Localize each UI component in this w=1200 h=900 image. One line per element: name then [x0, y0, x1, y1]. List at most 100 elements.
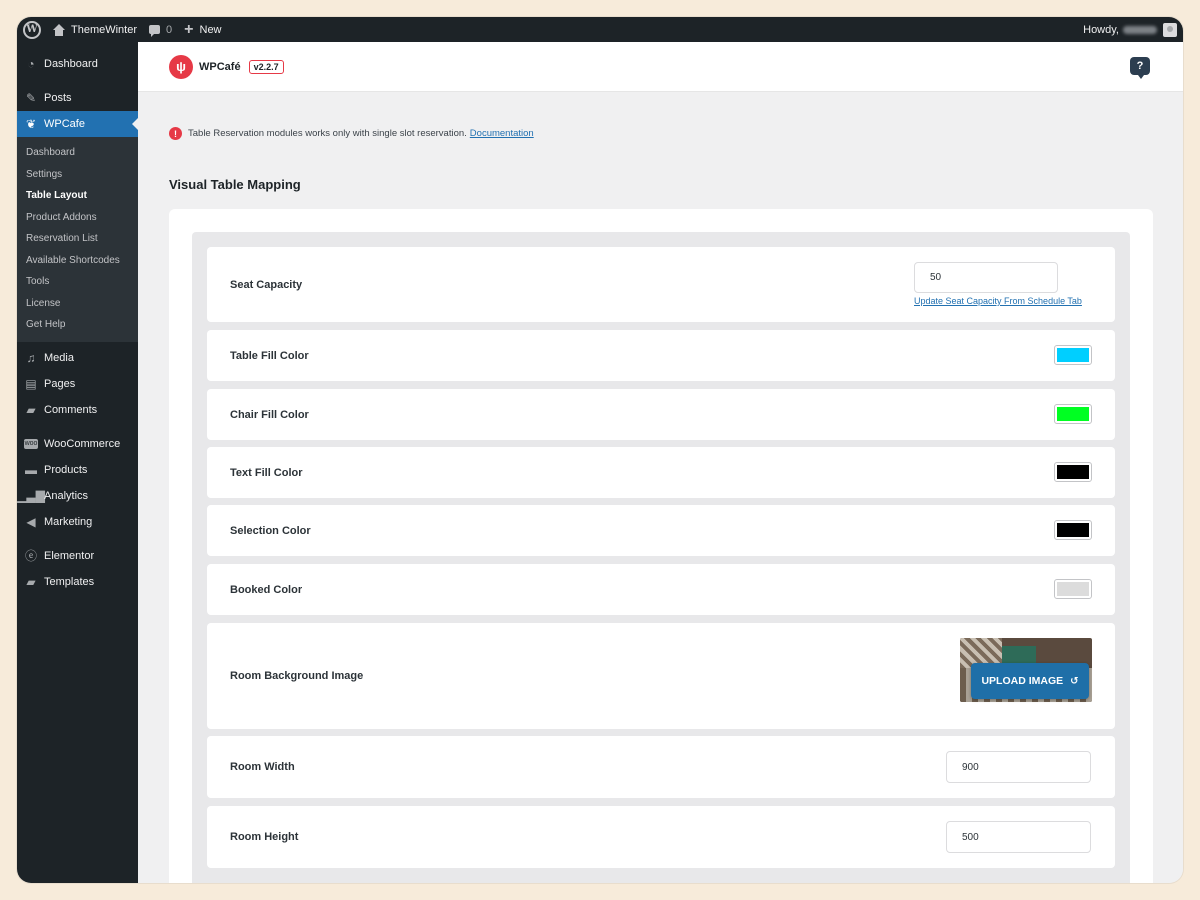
- sidebar-item-marketing[interactable]: ◀ Marketing: [17, 509, 138, 535]
- submenu-item-get-help[interactable]: Get Help: [17, 314, 138, 336]
- chair-fill-color-swatch: [1057, 407, 1089, 421]
- wordpress-logo-button[interactable]: W: [17, 17, 47, 42]
- blurred-username: [1123, 25, 1157, 34]
- sidebar-item-label: Dashboard: [44, 57, 98, 70]
- room-height-label: Room Height: [230, 831, 299, 843]
- text-fill-color-label: Text Fill Color: [230, 466, 303, 479]
- seat-capacity-row: Seat Capacity 50 Update Seat Capacity Fr…: [207, 247, 1115, 322]
- chair-fill-color-label: Chair Fill Color: [230, 408, 309, 421]
- notice-text: Table Reservation modules works only wit…: [188, 128, 467, 139]
- sidebar-item-label: Pages: [44, 377, 76, 390]
- sidebar-item-posts[interactable]: ✎ Posts: [17, 85, 138, 111]
- comments-link[interactable]: 0: [143, 17, 178, 42]
- sidebar-item-woocommerce[interactable]: woo WooCommerce: [17, 431, 138, 457]
- submenu-item-reservation-list[interactable]: Reservation List: [17, 228, 138, 250]
- room-width-label: Room Width: [230, 761, 295, 773]
- version-badge: v2.2.7: [248, 59, 284, 74]
- room-background-image-row: Room Background Image UPLOAD IMAGE ↺: [207, 623, 1115, 729]
- submenu-item-product-addons[interactable]: Product Addons: [17, 207, 138, 229]
- text-fill-color-row: Text Fill Color: [207, 447, 1115, 498]
- sidebar-item-label: Analytics: [44, 489, 89, 502]
- pages-icon: ▤: [25, 376, 37, 391]
- sidebar-item-templates[interactable]: ▰ Templates: [17, 569, 138, 595]
- settings-card: Seat Capacity 50 Update Seat Capacity Fr…: [169, 209, 1153, 883]
- folder-icon: ▰: [26, 574, 36, 589]
- woocommerce-icon: woo: [24, 438, 38, 449]
- submenu-item-available-shortcodes[interactable]: Available Shortcodes: [17, 250, 138, 272]
- submenu-item-table-layout[interactable]: Table Layout: [17, 185, 138, 207]
- text-fill-color-picker[interactable]: [1054, 462, 1092, 482]
- wordpress-logo-icon: W: [23, 20, 41, 39]
- chair-fill-color-picker[interactable]: [1054, 404, 1092, 424]
- warning-icon: !: [169, 127, 182, 140]
- site-name: ThemeWinter: [71, 23, 138, 36]
- seat-capacity-input[interactable]: 50: [914, 262, 1058, 293]
- plugin-header: ψ WPCafé v2.2.7 ?: [138, 42, 1183, 92]
- submenu-item-settings[interactable]: Settings: [17, 164, 138, 186]
- table-fill-color-picker[interactable]: [1054, 345, 1092, 365]
- submenu-item-license[interactable]: License: [17, 293, 138, 315]
- media-icon: ♫: [26, 350, 36, 365]
- avatar: [1163, 22, 1177, 37]
- sidebar-item-label: Media: [44, 351, 74, 364]
- marketing-icon: ◀: [26, 514, 36, 529]
- sidebar-item-dashboard[interactable]: ◔ Dashboard: [17, 50, 138, 77]
- module-notice: ! Table Reservation modules works only w…: [169, 127, 534, 140]
- sidebar-item-elementor[interactable]: ⓔ Elementor: [17, 543, 138, 569]
- sidebar-item-label: WPCafe: [44, 118, 85, 130]
- dashboard-icon: ◔: [27, 56, 35, 71]
- sidebar-item-label: WooCommerce: [44, 437, 121, 450]
- sidebar-item-label: Elementor: [44, 549, 95, 562]
- upload-image-button[interactable]: UPLOAD IMAGE ↺: [971, 663, 1089, 699]
- table-fill-color-label: Table Fill Color: [230, 349, 309, 362]
- new-content-link[interactable]: + New: [178, 17, 227, 42]
- comments-icon: ▰: [26, 402, 36, 417]
- selection-color-label: Selection Color: [230, 524, 311, 537]
- wpcafe-icon: ❦: [25, 117, 37, 131]
- selection-color-swatch: [1057, 523, 1089, 537]
- sidebar-item-label: Marketing: [44, 515, 93, 528]
- settings-panel: Seat Capacity 50 Update Seat Capacity Fr…: [192, 232, 1130, 883]
- sidebar-item-comments[interactable]: ▰ Comments: [17, 397, 138, 423]
- room-width-input[interactable]: 900: [946, 751, 1091, 783]
- analytics-icon: ▁▃▇: [17, 488, 45, 503]
- sidebar-item-media[interactable]: ♫ Media: [17, 345, 138, 371]
- table-fill-color-row: Table Fill Color: [207, 330, 1115, 381]
- room-width-row: Room Width 900: [207, 736, 1115, 798]
- site-name-link[interactable]: ThemeWinter: [47, 17, 143, 42]
- sidebar-item-label: Templates: [44, 575, 95, 588]
- wpcafe-submenu: Dashboard Settings Table Layout Product …: [17, 137, 138, 342]
- comment-bubble-icon: [149, 25, 161, 37]
- booked-color-swatch: [1057, 582, 1089, 596]
- text-fill-color-swatch: [1057, 465, 1089, 479]
- sidebar-item-pages[interactable]: ▤ Pages: [17, 371, 138, 397]
- selection-color-row: Selection Color: [207, 505, 1115, 556]
- products-icon: ▬: [25, 462, 37, 477]
- sidebar-item-label: Posts: [44, 92, 72, 104]
- seat-capacity-label: Seat Capacity: [230, 278, 303, 291]
- submenu-item-tools[interactable]: Tools: [17, 271, 138, 293]
- update-seat-capacity-link[interactable]: Update Seat Capacity From Schedule Tab: [914, 296, 1082, 306]
- booked-color-picker[interactable]: [1054, 579, 1092, 599]
- submenu-item-dashboard[interactable]: Dashboard: [17, 142, 138, 164]
- pin-icon: ✎: [25, 91, 37, 105]
- documentation-link[interactable]: Documentation: [470, 128, 534, 139]
- selection-color-picker[interactable]: [1054, 520, 1092, 540]
- comments-count: 0: [166, 23, 173, 36]
- chair-fill-color-row: Chair Fill Color: [207, 389, 1115, 440]
- booked-color-label: Booked Color: [230, 583, 303, 596]
- new-label: New: [199, 23, 222, 36]
- room-height-input[interactable]: 500: [946, 821, 1091, 853]
- sidebar-item-products[interactable]: ▬ Products: [17, 457, 138, 483]
- howdy-text: Howdy,: [1083, 23, 1119, 36]
- sidebar-item-label: Comments: [44, 403, 98, 416]
- home-icon: [53, 23, 65, 36]
- help-button[interactable]: ?: [1130, 57, 1150, 79]
- room-height-row: Room Height 500: [207, 806, 1115, 868]
- main-content: ψ WPCafé v2.2.7 ? ! Table Reservation mo…: [138, 42, 1183, 883]
- account-menu[interactable]: Howdy,: [1083, 22, 1183, 37]
- browser-frame: W ThemeWinter 0 + New Howdy, ◔ Dashboard…: [17, 17, 1183, 883]
- sidebar-item-analytics[interactable]: ▁▃▇ Analytics: [17, 483, 138, 509]
- admin-bar: W ThemeWinter 0 + New Howdy,: [17, 17, 1183, 42]
- sidebar-item-wpcafe[interactable]: ❦ WPCafe: [17, 111, 138, 137]
